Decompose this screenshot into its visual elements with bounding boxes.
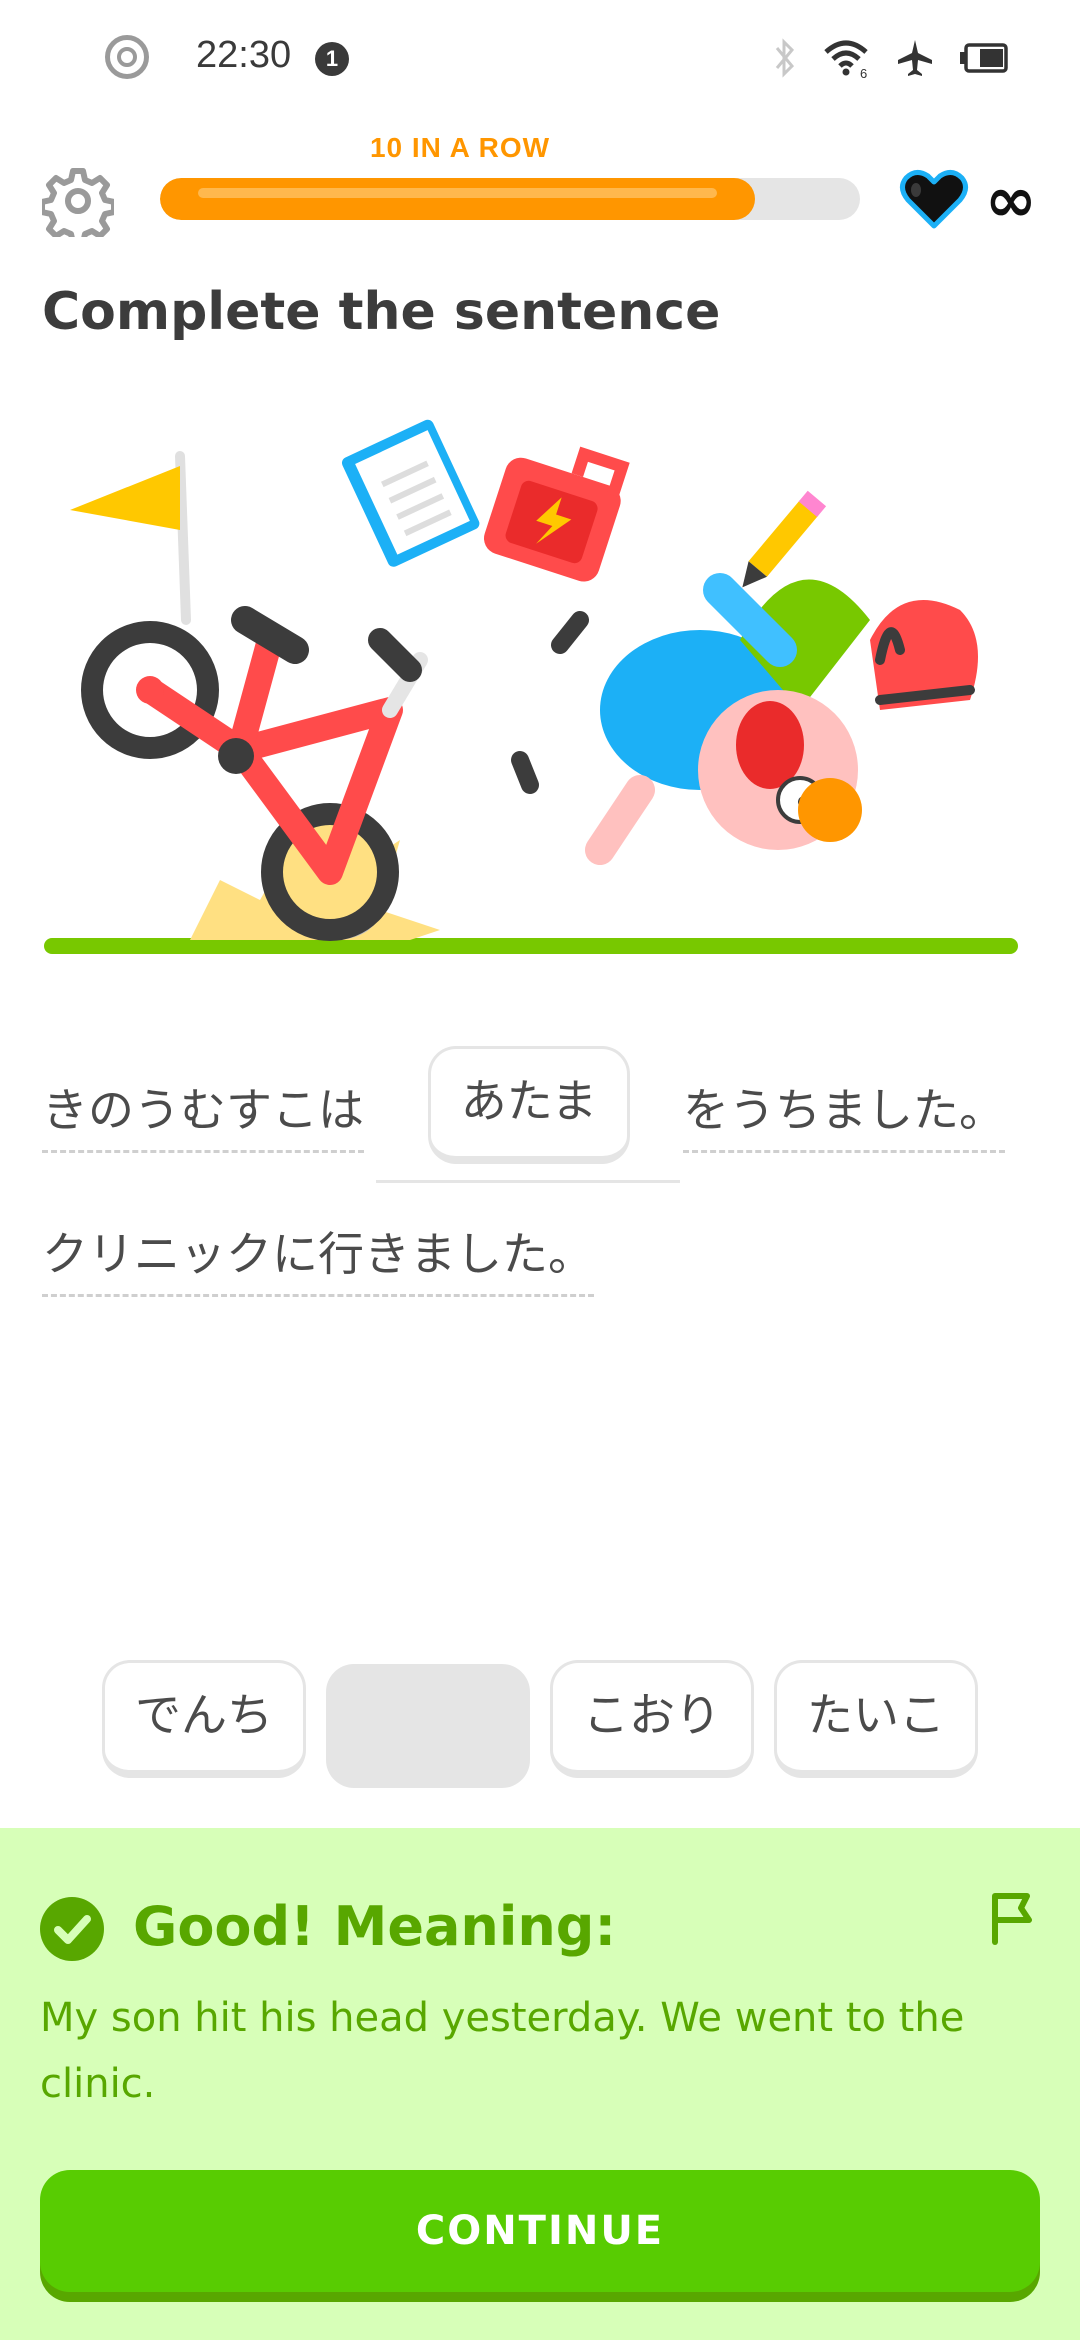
exercise-title: Complete the sentence bbox=[42, 282, 721, 342]
answer-slot-underline bbox=[376, 1180, 680, 1183]
status-bar: 22:30 1 6 bbox=[0, 0, 1080, 120]
sentence-prefix[interactable]: きのうむすこは bbox=[42, 1074, 364, 1153]
wifi-badge: 6 bbox=[860, 66, 867, 78]
check-circle-icon bbox=[40, 1897, 104, 1961]
word-bank-option[interactable]: こおり bbox=[550, 1660, 754, 1778]
status-icons: 6 bbox=[772, 36, 1010, 80]
continue-button[interactable]: CONTINUE bbox=[40, 2170, 1040, 2292]
hearts-infinity: ∞ bbox=[985, 163, 1037, 236]
progress-fill bbox=[160, 178, 755, 220]
selected-answer-chip[interactable]: あたま bbox=[428, 1046, 630, 1164]
report-flag-icon[interactable] bbox=[985, 1890, 1037, 1946]
wifi-icon: 6 bbox=[824, 40, 868, 78]
settings-gear-icon[interactable] bbox=[42, 165, 114, 237]
streak-label: 10 IN A ROW bbox=[369, 132, 551, 163]
word-bank-empty-slot bbox=[326, 1664, 530, 1788]
feedback-translation: My son hit his head yesterday. We went t… bbox=[40, 1995, 965, 2107]
notification-badge: 1 bbox=[315, 42, 349, 76]
feedback-title: Good! Meaning: bbox=[133, 1895, 617, 1958]
status-time: 22:30 bbox=[196, 34, 292, 76]
sentence-suffix[interactable]: をうちました。 bbox=[683, 1074, 1005, 1153]
bike-crash-illustration bbox=[44, 419, 1018, 954]
word-bank-option[interactable]: でんち bbox=[102, 1660, 306, 1778]
heart-icon[interactable] bbox=[898, 168, 970, 232]
airplane-icon bbox=[898, 40, 932, 76]
battery-icon bbox=[960, 43, 1008, 73]
bluetooth-icon bbox=[775, 38, 795, 78]
progress-shine bbox=[198, 188, 717, 198]
word-bank-option[interactable]: たいこ bbox=[774, 1660, 978, 1778]
lesson-progress-bar bbox=[160, 178, 860, 220]
record-icon bbox=[105, 35, 149, 79]
sentence-line-2[interactable]: クリニックに行きました。 bbox=[42, 1218, 594, 1297]
